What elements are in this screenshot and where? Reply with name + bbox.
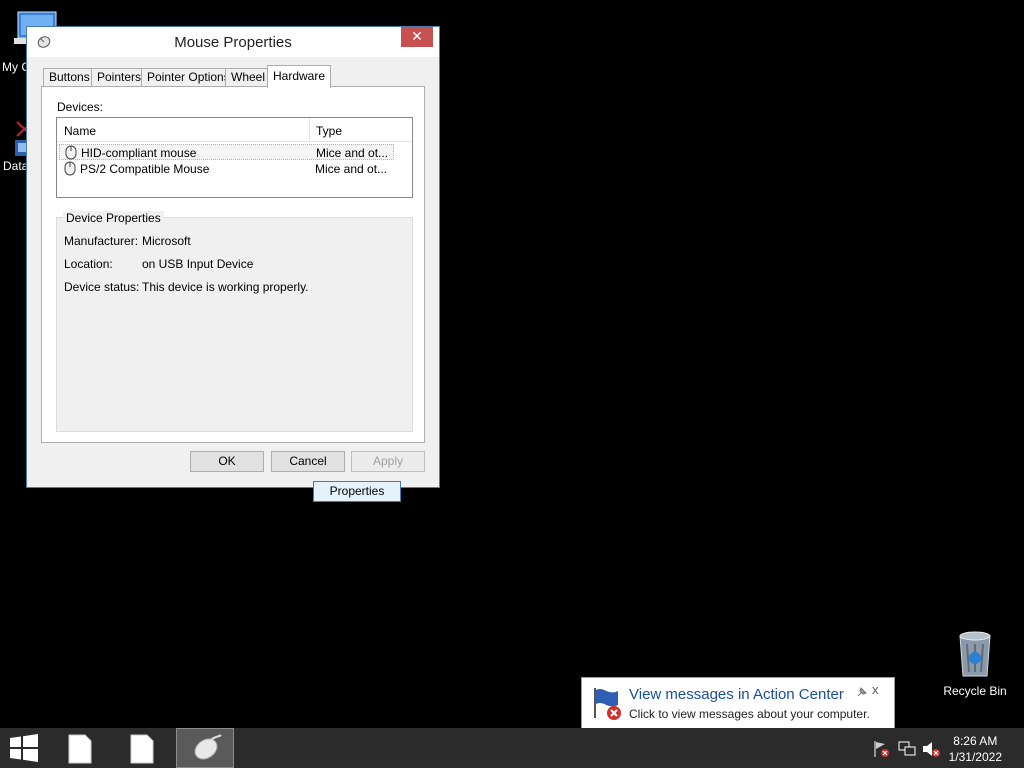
mouse-device-icon bbox=[65, 145, 77, 160]
device-properties-group: Device Properties Manufacturer: Microsof… bbox=[56, 211, 413, 502]
desktop-icon-label: Recycle Bin bbox=[943, 684, 1007, 698]
action-center-flag-icon[interactable] bbox=[872, 740, 890, 758]
balloon-close-button[interactable]: x bbox=[872, 682, 879, 697]
action-center-flag-icon bbox=[594, 688, 621, 720]
document-icon bbox=[68, 734, 92, 764]
taskbar-item-mouse-properties[interactable] bbox=[176, 728, 234, 768]
close-button[interactable]: ✕ bbox=[401, 27, 433, 47]
devices-label: Devices: bbox=[57, 100, 104, 114]
location-value: on USB Input Device bbox=[142, 257, 254, 271]
recycle-bin-icon bbox=[959, 631, 991, 677]
device-type: Mice and ot... bbox=[316, 146, 389, 160]
desktop-icon-recycle-bin[interactable]: Recycle Bin bbox=[940, 630, 1010, 698]
mouse-icon bbox=[194, 734, 222, 760]
properties-button[interactable]: Properties bbox=[313, 481, 401, 502]
device-row-ps2-mouse[interactable]: PS/2 Compatible Mouse Mice and ot... bbox=[59, 161, 394, 177]
taskbar: 8:26 AM 1/31/2022 bbox=[0, 728, 1024, 768]
volume-muted-icon[interactable] bbox=[922, 740, 940, 758]
status-label: Device status: bbox=[64, 280, 140, 294]
dialog-title: Mouse Properties bbox=[174, 34, 292, 51]
clock-time: 8:26 AM bbox=[953, 734, 998, 748]
balloon-body: Click to view messages about your comput… bbox=[629, 707, 870, 721]
device-name: PS/2 Compatible Mouse bbox=[80, 162, 210, 176]
mouse-properties-dialog: Mouse Properties ✕ Buttons Pointers Poin… bbox=[26, 26, 440, 502]
tab-pointers[interactable]: Pointers bbox=[91, 68, 148, 87]
tab-wheel[interactable]: Wheel bbox=[225, 68, 272, 87]
device-name: HID-compliant mouse bbox=[81, 146, 197, 160]
pin-icon[interactable] bbox=[856, 686, 868, 698]
balloon-title[interactable]: View messages in Action Center bbox=[629, 686, 844, 703]
mouse-device-icon bbox=[64, 161, 76, 176]
taskbar-item-document-1[interactable] bbox=[58, 728, 102, 768]
network-icon[interactable] bbox=[898, 740, 916, 758]
ok-button[interactable]: OK bbox=[190, 451, 264, 472]
device-row-hid-mouse[interactable]: HID-compliant mouse Mice and ot... bbox=[59, 144, 394, 160]
document-icon bbox=[130, 734, 154, 764]
clock[interactable]: 8:26 AM 1/31/2022 bbox=[949, 733, 1002, 765]
cancel-button[interactable]: Cancel bbox=[271, 451, 345, 472]
devices-list[interactable]: Name Type HID-compliant mouse Mice and o… bbox=[56, 117, 413, 198]
clock-date: 1/31/2022 bbox=[948, 750, 1002, 764]
device-type: Mice and ot... bbox=[315, 162, 388, 176]
tab-hardware[interactable]: Hardware bbox=[267, 65, 332, 88]
column-header-name[interactable]: Name bbox=[64, 124, 96, 138]
apply-button[interactable]: Apply bbox=[351, 451, 425, 472]
devices-list-header: Name Type bbox=[57, 118, 412, 142]
tab-buttons[interactable]: Buttons bbox=[43, 68, 96, 87]
tab-pointer-options[interactable]: Pointer Options bbox=[141, 68, 236, 87]
manufacturer-label: Manufacturer: bbox=[64, 234, 139, 248]
hardware-tab-panel: Devices: Name Type HID-compliant mouse M… bbox=[41, 86, 425, 502]
location-label: Location: bbox=[64, 257, 113, 271]
column-header-type[interactable]: Type bbox=[316, 124, 342, 138]
column-divider[interactable] bbox=[309, 118, 310, 142]
taskbar-item-document-2[interactable] bbox=[120, 728, 164, 768]
start-button[interactable] bbox=[0, 728, 48, 768]
group-title: Device Properties bbox=[63, 211, 164, 225]
status-value: This device is working properly. bbox=[142, 280, 309, 294]
title-bar[interactable]: Mouse Properties ✕ bbox=[27, 27, 439, 57]
action-center-balloon[interactable]: View messages in Action Center Click to … bbox=[581, 677, 895, 749]
manufacturer-value: Microsoft bbox=[142, 234, 191, 248]
windows-logo-icon bbox=[10, 734, 38, 762]
